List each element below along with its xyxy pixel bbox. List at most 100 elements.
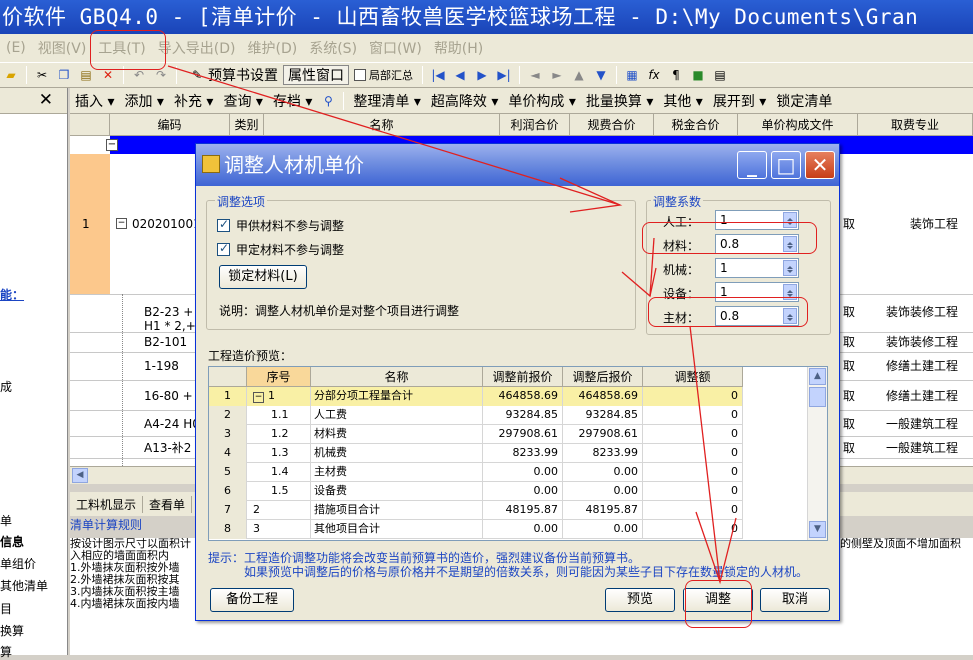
insert-menu[interactable]: 插入 ▾ (70, 91, 119, 111)
menu-import-export[interactable]: 导入导出(D) (152, 38, 242, 58)
preview-row[interactable]: 8 3 其他项目合计 0.00 0.00 0 (209, 520, 743, 539)
coef-labor-input[interactable]: 1 (715, 210, 799, 230)
move-up-icon[interactable]: ▲ (572, 68, 586, 82)
undo-icon[interactable]: ↶ (131, 67, 147, 83)
cb-supplied-materials[interactable]: 甲供材料不参与调整 (217, 217, 344, 234)
scroll-thumb[interactable] (809, 387, 826, 407)
left-nav-item[interactable]: 换算 (0, 622, 24, 639)
preview-header[interactable]: 调整前报价 (483, 367, 563, 387)
left-nav-item[interactable]: 其他清单 (0, 577, 48, 594)
minimize-button[interactable]: _ (737, 151, 767, 179)
preview-row[interactable]: 2 1.1 人工费 93284.85 93284.85 0 (209, 406, 743, 425)
collapse-icon[interactable]: − (253, 392, 264, 403)
add-menu[interactable]: 添加 ▾ (119, 91, 168, 111)
open-folder-icon[interactable]: ▰ (3, 67, 19, 83)
coef-machine-input[interactable]: 1 (715, 258, 799, 278)
first-record-icon[interactable]: |◀ (431, 68, 445, 82)
cut-icon[interactable]: ✂ (34, 67, 50, 83)
preview-button[interactable]: 预览 (605, 588, 675, 612)
sub-item-code[interactable]: A13-补2 (144, 440, 191, 456)
expand-to-menu[interactable]: 展开到 ▾ (708, 91, 771, 111)
close-button[interactable]: ✕ (805, 151, 835, 179)
preview-header[interactable]: 调整后报价 (563, 367, 643, 387)
delete-icon[interactable]: ✕ (100, 67, 116, 83)
menu-tools[interactable]: 工具(T) (92, 38, 151, 58)
preview-row[interactable]: 6 1.5 设备费 0.00 0.00 0 (209, 482, 743, 501)
copy-icon[interactable]: ❐ (56, 67, 72, 83)
move-right-icon[interactable]: ► (550, 68, 564, 82)
formula-icon[interactable]: fx (646, 67, 662, 83)
other-menu[interactable]: 其他 ▾ (658, 91, 707, 111)
next-record-icon[interactable]: ▶ (475, 68, 489, 82)
menu-view[interactable]: 视图(V) (32, 38, 93, 58)
calculator-icon[interactable]: ▦ (624, 67, 640, 83)
report-icon[interactable]: ▤ (712, 67, 728, 83)
tab-materials[interactable]: 工料机显示 (70, 495, 144, 513)
spinner-icon[interactable] (783, 284, 797, 300)
left-nav-item[interactable]: 算 (0, 643, 12, 660)
preview-row[interactable]: 7 2 措施项目合计 48195.87 48195.87 0 (209, 501, 743, 520)
move-left-icon[interactable]: ◄ (528, 68, 542, 82)
tab-view-list[interactable]: 查看单 (143, 495, 193, 513)
column-header[interactable]: 编码 (110, 114, 230, 136)
move-down-icon[interactable]: ▼ (594, 68, 608, 82)
prev-record-icon[interactable]: ◀ (453, 68, 467, 82)
batch-convert-menu[interactable]: 批量换算 ▾ (581, 91, 658, 111)
preview-header[interactable]: 调整额 (643, 367, 743, 387)
dialog-title-bar[interactable]: 调整人材机单价 _ □ ✕ (196, 144, 839, 186)
preview-row[interactable]: 5 1.4 主材费 0.00 0.00 0 (209, 463, 743, 482)
preview-vertical-scrollbar[interactable]: ▲ ▼ (807, 367, 827, 540)
close-icon[interactable]: ✕ (39, 90, 53, 110)
menu-system[interactable]: 系统(S) (303, 38, 363, 58)
column-header[interactable]: 单价构成文件 (738, 114, 858, 136)
last-record-icon[interactable]: ▶| (497, 68, 511, 82)
backup-project-button[interactable]: 备份工程 (210, 588, 294, 612)
maximize-button[interactable]: □ (771, 151, 801, 179)
supplement-menu[interactable]: 补充 ▾ (169, 91, 218, 111)
left-nav-item[interactable]: 信息 (0, 533, 24, 550)
adjust-button[interactable]: 调整 (683, 588, 753, 612)
preview-row[interactable]: 1−1 分部分项工程量合计 464858.69 464858.69 0 (209, 387, 743, 406)
binoculars-icon[interactable]: ⚲ (320, 93, 336, 109)
collapse-icon[interactable]: − (106, 139, 118, 151)
left-nav-item[interactable]: 单组价 (0, 555, 36, 572)
row-number-cell[interactable] (70, 154, 110, 294)
redo-icon[interactable]: ↷ (153, 67, 169, 83)
preview-header[interactable]: 序号 (247, 367, 311, 387)
column-header[interactable]: 类别 (230, 114, 264, 136)
column-header[interactable]: 取费专业 (858, 114, 973, 136)
sub-item-code[interactable]: 1-198 (144, 358, 179, 374)
column-header[interactable]: 名称 (264, 114, 500, 136)
preview-row[interactable]: 4 1.3 机械费 8233.99 8233.99 0 (209, 444, 743, 463)
archive-menu[interactable]: 存档 ▾ (268, 91, 317, 111)
spinner-icon[interactable] (783, 260, 797, 276)
sub-item-code[interactable]: B2-101 (144, 334, 187, 350)
column-header[interactable]: 利润合价 (500, 114, 570, 136)
checkbox[interactable] (217, 217, 230, 232)
paste-icon[interactable]: ▤ (78, 67, 94, 83)
coef-main-material-input[interactable]: 0.8 (715, 306, 799, 326)
spinner-icon[interactable] (783, 308, 797, 324)
left-nav-item[interactable]: 目 (0, 600, 12, 617)
spinner-icon[interactable] (783, 212, 797, 228)
collapse-icon[interactable]: − (116, 218, 127, 229)
coef-equipment-input[interactable]: 1 (715, 282, 799, 302)
scroll-down-icon[interactable]: ▼ (809, 521, 826, 538)
unit-price-menu[interactable]: 单价构成 ▾ (503, 91, 580, 111)
left-nav-item[interactable]: 单 (0, 512, 12, 529)
partial-summary-checkbox[interactable] (354, 69, 366, 81)
preview-header[interactable]: 名称 (311, 367, 483, 387)
menu-edit[interactable]: (E) (0, 40, 32, 56)
column-header[interactable]: 规费合价 (570, 114, 654, 136)
cube-icon[interactable]: ■ (690, 67, 706, 83)
spinner-icon[interactable] (783, 236, 797, 252)
lock-list-button[interactable]: 锁定清单 (771, 91, 837, 111)
scroll-left-icon[interactable]: ◀ (72, 468, 88, 483)
query-menu[interactable]: 查询 ▾ (218, 91, 267, 111)
menu-maintain[interactable]: 维护(D) (242, 38, 304, 58)
coef-material-input[interactable]: 0.8 (715, 234, 799, 254)
menu-window[interactable]: 窗口(W) (363, 38, 428, 58)
partial-summary-toggle[interactable]: 局部汇总 (349, 65, 418, 85)
checkbox[interactable] (217, 241, 230, 256)
budget-settings-button[interactable]: ✎ 预算书设置 (181, 65, 283, 85)
